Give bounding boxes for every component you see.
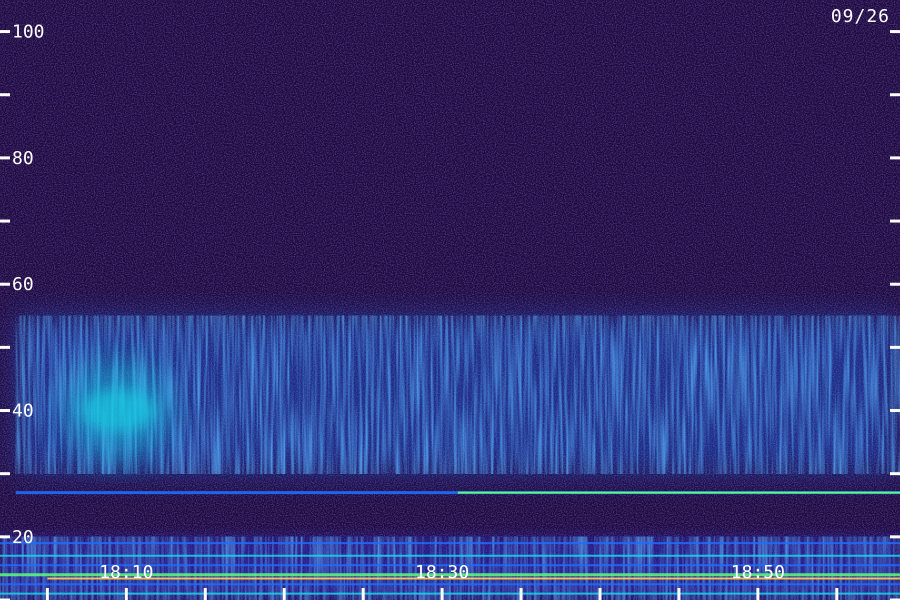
y-tick-label-20: 20 (12, 527, 34, 548)
y-tick-label-60: 60 (12, 274, 34, 295)
x-tick-label-1810: 18:10 (99, 562, 153, 583)
spectrogram-plot: 20 40 60 80 100 18:10 18:30 18:50 (0, 0, 900, 600)
background-noise (0, 0, 900, 600)
spectrogram-chart: 20 40 60 80 100 18:10 18:30 18:50 09/26 (0, 0, 900, 600)
background-speckle (0, 0, 900, 600)
date-label: 09/26 (830, 6, 890, 27)
y-tick-label-40: 40 (12, 401, 34, 422)
x-tick-label-1830: 18:30 (415, 562, 469, 583)
x-tick-label-1850: 18:50 (731, 562, 785, 583)
y-tick-label-80: 80 (12, 148, 34, 169)
y-tick-label-100: 100 (12, 22, 45, 43)
spectral-features (0, 315, 900, 600)
feature-1-core (81, 389, 156, 432)
